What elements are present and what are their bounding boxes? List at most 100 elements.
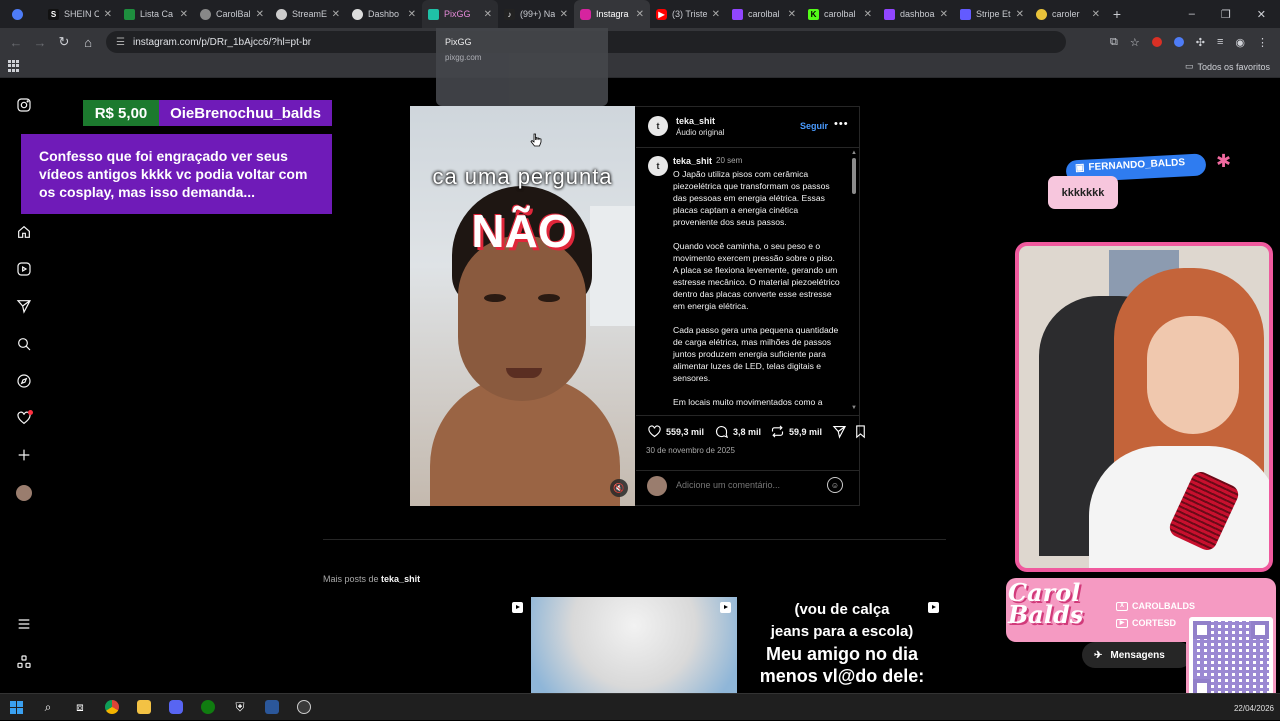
- instagram-logo-icon[interactable]: [14, 95, 34, 115]
- close-icon[interactable]: ✕: [864, 9, 872, 20]
- new-tab-button[interactable]: +: [1106, 6, 1128, 22]
- scroll-down-icon[interactable]: ▼: [851, 405, 857, 411]
- close-icon[interactable]: ✕: [332, 9, 340, 20]
- close-icon[interactable]: ✕: [940, 9, 948, 20]
- messages-button[interactable]: ✈ Mensagens: [1082, 642, 1192, 668]
- reels-icon[interactable]: [14, 259, 34, 279]
- tab-streame[interactable]: StreamE ✕: [270, 0, 346, 28]
- brand-logo: Carol Balds: [1008, 578, 1084, 629]
- media-control-icon[interactable]: ≡: [1217, 36, 1223, 48]
- extension-icon[interactable]: [1151, 37, 1162, 47]
- close-icon[interactable]: ✕: [788, 9, 796, 20]
- extensions-puzzle-icon[interactable]: ✣: [1196, 36, 1205, 49]
- mute-icon[interactable]: 🔇: [610, 479, 628, 497]
- tab-twitch-carolbal[interactable]: carolbal ✕: [726, 0, 802, 28]
- search-icon[interactable]: [14, 334, 34, 354]
- repost-button[interactable]: 59,9 mil: [770, 424, 822, 439]
- file-explorer-icon[interactable]: [128, 694, 160, 721]
- profile-icon[interactable]: ◉: [1235, 36, 1245, 49]
- video-big-text: NÃO: [471, 205, 574, 257]
- post-thumbnail[interactable]: (vou de calça jeans para a escola) Meu a…: [739, 597, 945, 693]
- also-from-meta-icon[interactable]: [14, 652, 34, 672]
- audio-label[interactable]: Áudio original: [676, 128, 724, 137]
- share-icon: [832, 425, 847, 439]
- profile-avatar[interactable]: [16, 485, 32, 501]
- tab-youtube[interactable]: ▶ (3) Triste ✕: [650, 0, 726, 28]
- url-text: instagram.com/p/DRr_1bAjcc6/?hl=pt-br: [132, 36, 312, 48]
- word-icon[interactable]: [256, 694, 288, 721]
- minimize-button[interactable]: –: [1189, 8, 1195, 20]
- tab-instagram[interactable]: Instagra ✕: [574, 0, 650, 28]
- forward-icon[interactable]: →: [28, 35, 52, 50]
- xbox-icon[interactable]: [192, 694, 224, 721]
- maximize-button[interactable]: ❐: [1221, 8, 1231, 21]
- emoji-icon[interactable]: ☺: [827, 477, 843, 493]
- discord-icon[interactable]: [160, 694, 192, 721]
- close-icon[interactable]: ✕: [636, 9, 644, 20]
- more-posts-user[interactable]: teka_shit: [381, 574, 420, 584]
- obs-icon[interactable]: [288, 694, 320, 721]
- tab-stripe[interactable]: Stripe Et ✕: [954, 0, 1030, 28]
- close-icon[interactable]: ✕: [408, 9, 416, 20]
- all-bookmarks[interactable]: ▭ Todos os favoritos: [1185, 61, 1270, 72]
- tab-shein[interactable]: S SHEIN C ✕: [42, 0, 118, 28]
- like-count: 559,3 mil: [666, 426, 705, 437]
- menu-kebab-icon[interactable]: ⋮: [1257, 36, 1268, 49]
- post-video[interactable]: ca uma pergunta NÃO 🔇: [410, 106, 635, 506]
- like-button[interactable]: 559,3 mil: [647, 424, 704, 439]
- tab-gemini[interactable]: [6, 0, 42, 28]
- scroll-up-icon[interactable]: ▲: [851, 150, 857, 156]
- tab-carolbal[interactable]: CarolBal ✕: [194, 0, 270, 28]
- tab-dashboard-twitch[interactable]: dashboa ✕: [878, 0, 954, 28]
- close-icon[interactable]: ✕: [180, 9, 188, 20]
- tab-dashbo[interactable]: Dashbo ✕: [346, 0, 422, 28]
- tab-caroler[interactable]: caroler ✕: [1030, 0, 1106, 28]
- author-avatar[interactable]: t: [648, 116, 668, 136]
- close-icon[interactable]: ✕: [1016, 9, 1024, 20]
- author-username[interactable]: teka_shit: [676, 116, 715, 126]
- close-icon[interactable]: ✕: [484, 9, 492, 20]
- close-icon[interactable]: ✕: [104, 9, 112, 20]
- install-app-icon[interactable]: ⧉: [1110, 36, 1118, 49]
- chrome-ext-icon: [1036, 8, 1047, 20]
- close-icon[interactable]: ✕: [560, 9, 568, 20]
- tab-tiktok[interactable]: ♪ (99+) Na ✕: [498, 0, 574, 28]
- comment-input[interactable]: [676, 480, 816, 490]
- share-button[interactable]: [832, 424, 847, 439]
- tab-lista[interactable]: Lista Ca ✕: [118, 0, 194, 28]
- close-icon[interactable]: ✕: [712, 9, 720, 20]
- windows-start-icon[interactable]: [0, 694, 32, 721]
- home-icon[interactable]: [14, 222, 34, 242]
- close-icon[interactable]: ✕: [1092, 9, 1100, 20]
- extension-icon[interactable]: [1173, 37, 1184, 47]
- direct-messages-icon[interactable]: [14, 296, 34, 316]
- save-button[interactable]: [853, 424, 868, 439]
- apps-grid-icon[interactable]: [8, 60, 20, 72]
- create-plus-icon[interactable]: [14, 445, 34, 465]
- more-options-icon[interactable]: •••: [834, 118, 849, 130]
- menu-icon[interactable]: [14, 614, 34, 634]
- explore-icon[interactable]: [14, 371, 34, 391]
- follow-button[interactable]: Seguir: [800, 121, 828, 131]
- chrome-icon[interactable]: [96, 694, 128, 721]
- scrollbar-thumb[interactable]: [852, 158, 856, 194]
- comment-button[interactable]: 3,8 mil: [714, 424, 761, 439]
- pixgg-icon: [428, 8, 439, 20]
- close-icon[interactable]: ✕: [256, 9, 264, 20]
- reload-icon[interactable]: ↻: [52, 34, 76, 50]
- tab-kick-carolbal[interactable]: K carolbal ✕: [802, 0, 878, 28]
- home-icon[interactable]: ⌂: [76, 35, 100, 50]
- tab-pixgg[interactable]: PixGG ✕: [422, 0, 498, 28]
- post-thumbnail[interactable]: [323, 597, 529, 693]
- close-window-button[interactable]: ✕: [1257, 8, 1266, 21]
- security-shield-icon[interactable]: ⛨: [224, 694, 256, 721]
- search-icon[interactable]: ⌕: [32, 694, 64, 721]
- caption-clip: O Japão utiliza pisos com cerâmica piezo…: [636, 149, 850, 415]
- back-icon[interactable]: ←: [4, 35, 28, 50]
- site-info-icon[interactable]: ☰: [116, 37, 125, 48]
- post-thumbnail[interactable]: [531, 597, 737, 693]
- hover-card-url: pixgg.com: [445, 53, 482, 62]
- task-view-icon[interactable]: ⧈: [64, 694, 96, 721]
- comment-count: 3,8 mil: [733, 426, 762, 437]
- bookmark-star-icon[interactable]: ☆: [1130, 36, 1140, 49]
